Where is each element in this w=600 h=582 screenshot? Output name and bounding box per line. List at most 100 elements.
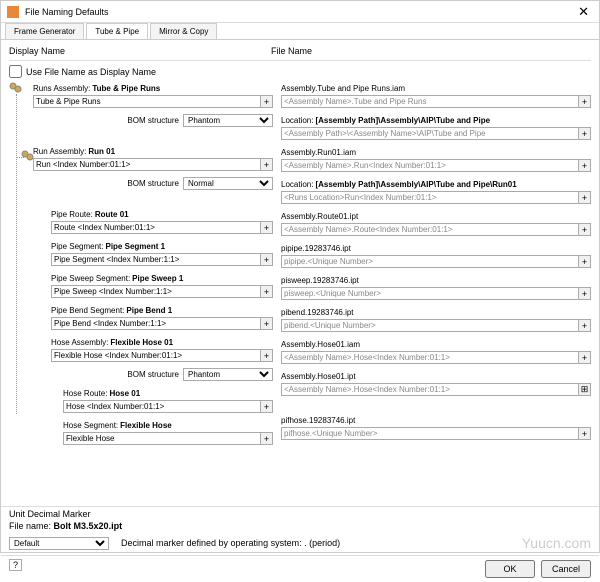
cancel-button[interactable]: Cancel <box>541 560 591 578</box>
assembly-icon <box>9 82 23 94</box>
pipe-bend-val: Pipe Bend 1 <box>126 306 172 315</box>
plus-button[interactable]: + <box>260 317 273 330</box>
window-title: File Naming Defaults <box>25 7 574 17</box>
runs-asm-val: Tube & Pipe Runs <box>92 84 160 93</box>
decimal-section-label: Unit Decimal Marker <box>9 509 591 519</box>
pipe-route-input[interactable] <box>51 221 261 234</box>
bom-select[interactable]: Phantom <box>183 368 273 381</box>
fn-run-asm-label: Assembly.Run01.iam <box>281 148 356 157</box>
fn-runs-asm-input[interactable] <box>281 95 579 108</box>
hose-asm-label: Hose Assembly: <box>51 338 108 347</box>
hose-route-label: Hose Route: <box>63 389 107 398</box>
watermark: Yuucn.com <box>522 535 591 551</box>
loc2-val: [Assembly Path]\Assembly\AIP\Tube and Pi… <box>315 180 516 189</box>
loc2-label: Location: <box>281 180 313 189</box>
tab-mirror-copy[interactable]: Mirror & Copy <box>150 23 217 39</box>
fn-pipe-route-label: Assembly.Route01.ipt <box>281 212 358 221</box>
plus-button[interactable]: + <box>578 127 591 140</box>
bom-select[interactable]: Normal <box>183 177 273 190</box>
fn-pipe-seg-label: pipipe.19283746.ipt <box>281 244 351 253</box>
bom-label: BOM structure <box>127 116 179 125</box>
use-filename-label: Use File Name as Display Name <box>26 67 156 77</box>
hose-route-val: Hose 01 <box>109 389 140 398</box>
fn-hose-asm-input[interactable] <box>281 351 579 364</box>
pipe-bend-input[interactable] <box>51 317 261 330</box>
plus-button[interactable]: + <box>578 351 591 364</box>
hose-route-input[interactable] <box>63 400 261 413</box>
hose-asm-input[interactable] <box>51 349 261 362</box>
fn-pipe-sweep-input[interactable] <box>281 287 579 300</box>
loc2-input[interactable] <box>281 191 579 204</box>
loc1-input[interactable] <box>281 127 579 140</box>
pipe-sweep-label: Pipe Sweep Segment: <box>51 274 130 283</box>
plus-button[interactable]: ⊞ <box>578 383 591 396</box>
hose-seg-label: Hose Segment: <box>63 421 118 430</box>
plus-button[interactable]: + <box>578 255 591 268</box>
fn-pipe-bend-input[interactable] <box>281 319 579 332</box>
run-asm-label: Run Assembly: <box>33 147 86 156</box>
tab-frame-generator[interactable]: Frame Generator <box>5 23 84 39</box>
plus-button[interactable]: + <box>578 191 591 204</box>
fn-pipe-bend-label: pibend.19283746.ipt <box>281 308 354 317</box>
assembly-icon <box>21 150 35 162</box>
runs-asm-label: Runs Assembly: <box>33 84 90 93</box>
hose-asm-val: Flexible Hose 01 <box>110 338 173 347</box>
fn-pipe-route-input[interactable] <box>281 223 579 236</box>
plus-button[interactable]: + <box>260 349 273 362</box>
plus-button[interactable]: + <box>260 253 273 266</box>
runs-asm-input[interactable] <box>33 95 261 108</box>
app-icon <box>7 6 19 18</box>
fn-pipe-seg-input[interactable] <box>281 255 579 268</box>
filename-example-label: File name: <box>9 521 51 531</box>
plus-button[interactable]: + <box>578 319 591 332</box>
pipe-seg-val: Pipe Segment 1 <box>105 242 165 251</box>
fn-hose-seg-input[interactable] <box>281 427 579 440</box>
pipe-route-label: Pipe Route: <box>51 210 93 219</box>
fn-hose-asm2-label: Assembly.Hose01.ipt <box>281 372 356 381</box>
plus-button[interactable]: + <box>578 159 591 172</box>
plus-button[interactable]: + <box>260 400 273 413</box>
bom-label: BOM structure <box>127 179 179 188</box>
plus-button[interactable]: + <box>578 427 591 440</box>
pipe-seg-input[interactable] <box>51 253 261 266</box>
decimal-note: Decimal marker defined by operating syst… <box>121 538 340 548</box>
plus-button[interactable]: + <box>260 158 273 171</box>
filename-example-val: Bolt M3.5x20.ipt <box>54 521 123 531</box>
fn-run-asm-input[interactable] <box>281 159 579 172</box>
tree-icons <box>9 82 33 502</box>
fn-hose-asm-label: Assembly.Hose01.iam <box>281 340 360 349</box>
loc1-label: Location: <box>281 116 313 125</box>
bom-select[interactable]: Phantom <box>183 114 273 127</box>
loc1-val: [Assembly Path]\Assembly\AIP\Tube and Pi… <box>315 116 490 125</box>
pipe-bend-label: Pipe Bend Segment: <box>51 306 124 315</box>
run-asm-input[interactable] <box>33 158 261 171</box>
file-name-header: File Name <box>271 46 591 56</box>
pipe-route-val: Route 01 <box>95 210 129 219</box>
fn-runs-asm-label: Assembly.Tube and Pipe Runs.iam <box>281 84 405 93</box>
close-icon[interactable]: ✕ <box>574 4 593 20</box>
fn-hose-asm2-input[interactable] <box>281 383 579 396</box>
plus-button[interactable]: + <box>260 221 273 234</box>
plus-button[interactable]: + <box>578 95 591 108</box>
ok-button[interactable]: OK <box>485 560 535 578</box>
hose-seg-val: Flexible Hose <box>120 421 172 430</box>
plus-button[interactable]: + <box>260 285 273 298</box>
bom-label: BOM structure <box>127 370 179 379</box>
hose-seg-input[interactable] <box>63 432 261 445</box>
tab-tube-pipe[interactable]: Tube & Pipe <box>86 23 148 39</box>
plus-button[interactable]: + <box>578 287 591 300</box>
plus-button[interactable]: + <box>260 95 273 108</box>
use-filename-checkbox[interactable] <box>9 65 22 78</box>
plus-button[interactable]: + <box>260 432 273 445</box>
help-icon[interactable]: ? <box>9 559 22 571</box>
pipe-sweep-input[interactable] <box>51 285 261 298</box>
pipe-seg-label: Pipe Segment: <box>51 242 103 251</box>
pipe-sweep-val: Pipe Sweep 1 <box>132 274 183 283</box>
run-asm-val: Run 01 <box>88 147 115 156</box>
plus-button[interactable]: + <box>578 223 591 236</box>
fn-hose-seg-label: pifhose.19283746.ipt <box>281 416 355 425</box>
display-name-header: Display Name <box>9 46 271 56</box>
fn-pipe-sweep-label: pisweep.19283746.ipt <box>281 276 359 285</box>
decimal-select[interactable]: Default <box>9 537 109 550</box>
tabs: Frame Generator Tube & Pipe Mirror & Cop… <box>1 23 599 40</box>
